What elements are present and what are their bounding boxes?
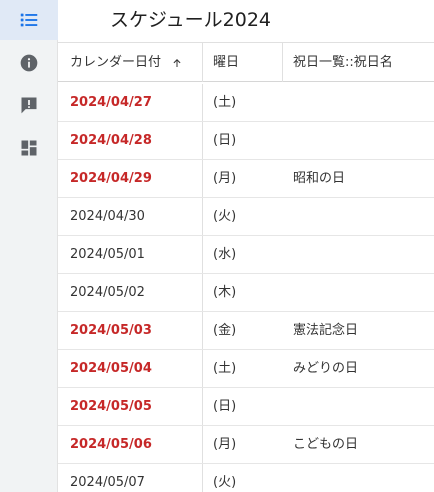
weekday-cell: (月)	[213, 171, 237, 186]
list-icon	[20, 13, 38, 27]
date-cell: 2024/05/01	[70, 247, 145, 262]
column-divider	[202, 84, 203, 121]
table-row[interactable]: 2024/04/27 (土)	[58, 84, 434, 122]
weekday-cell: (水)	[213, 247, 237, 262]
table-row[interactable]: 2024/05/03 (金) 憲法記念日	[58, 312, 434, 350]
date-cell: 2024/05/05	[70, 399, 152, 414]
table-row[interactable]: 2024/04/30 (火)	[58, 198, 434, 236]
date-cell: 2024/05/06	[70, 437, 152, 452]
weekday-cell: (土)	[213, 361, 237, 376]
column-divider	[202, 198, 203, 235]
dashboard-icon	[21, 140, 37, 156]
column-divider[interactable]	[282, 43, 283, 82]
feedback-icon	[21, 97, 37, 114]
weekday-cell: (木)	[213, 285, 237, 300]
column-divider[interactable]	[202, 43, 203, 82]
table-row[interactable]: 2024/05/02 (木)	[58, 274, 434, 312]
date-cell: 2024/05/04	[70, 361, 152, 376]
date-cell: 2024/04/29	[70, 171, 152, 186]
date-cell: 2024/05/07	[70, 475, 145, 490]
weekday-cell: (土)	[213, 95, 237, 110]
weekday-cell: (金)	[213, 323, 237, 338]
table-row[interactable]: 2024/05/01 (水)	[58, 236, 434, 274]
column-divider	[202, 426, 203, 463]
column-divider	[202, 312, 203, 349]
column-header-date-label: カレンダー日付	[70, 55, 162, 70]
column-divider	[202, 350, 203, 387]
column-divider	[202, 464, 203, 492]
column-header-dow[interactable]: 曜日	[213, 43, 283, 82]
holiday-name-cell: 憲法記念日	[293, 323, 359, 338]
table-row[interactable]: 2024/05/06 (月) こどもの日	[58, 426, 434, 464]
date-cell: 2024/04/28	[70, 133, 152, 148]
list-view-button[interactable]	[0, 0, 58, 40]
holiday-name-cell: こどもの日	[293, 437, 359, 452]
holiday-name-cell: みどりの日	[293, 361, 359, 376]
date-cell: 2024/05/02	[70, 285, 145, 300]
column-divider	[202, 160, 203, 197]
weekday-cell: (月)	[213, 437, 237, 452]
table-row[interactable]: 2024/04/29 (月) 昭和の日	[58, 160, 434, 198]
table-row[interactable]: 2024/05/05 (日)	[58, 388, 434, 426]
dashboard-button[interactable]	[0, 128, 58, 168]
date-cell: 2024/04/27	[70, 95, 152, 110]
info-icon	[20, 54, 38, 72]
weekday-cell: (日)	[213, 133, 237, 148]
column-divider	[202, 274, 203, 311]
column-header-holiday[interactable]: 祝日一覧::祝日名	[293, 43, 433, 82]
table-header: カレンダー日付 曜日 祝日一覧::祝日名	[58, 42, 434, 82]
side-rail	[0, 0, 58, 492]
column-divider	[202, 122, 203, 159]
table-row[interactable]: 2024/05/04 (土) みどりの日	[58, 350, 434, 388]
column-divider	[202, 388, 203, 425]
table-row[interactable]: 2024/04/28 (日)	[58, 122, 434, 160]
column-header-date[interactable]: カレンダー日付	[70, 43, 202, 82]
table-body: 2024/04/27 (土) 2024/04/28 (日) 2024/04/29 (月) 昭…	[58, 84, 434, 492]
feedback-button[interactable]	[0, 85, 58, 125]
date-cell: 2024/04/30	[70, 209, 145, 224]
weekday-cell: (火)	[213, 209, 237, 224]
weekday-cell: (火)	[213, 475, 237, 490]
page-title: スケジュール2024	[110, 9, 272, 31]
info-button[interactable]	[0, 43, 58, 83]
column-divider	[202, 236, 203, 273]
date-cell: 2024/05/03	[70, 323, 152, 338]
table-row[interactable]: 2024/05/07 (火)	[58, 464, 434, 492]
weekday-cell: (日)	[213, 399, 237, 414]
arrow-up-icon	[173, 58, 181, 67]
holiday-name-cell: 昭和の日	[293, 171, 346, 186]
